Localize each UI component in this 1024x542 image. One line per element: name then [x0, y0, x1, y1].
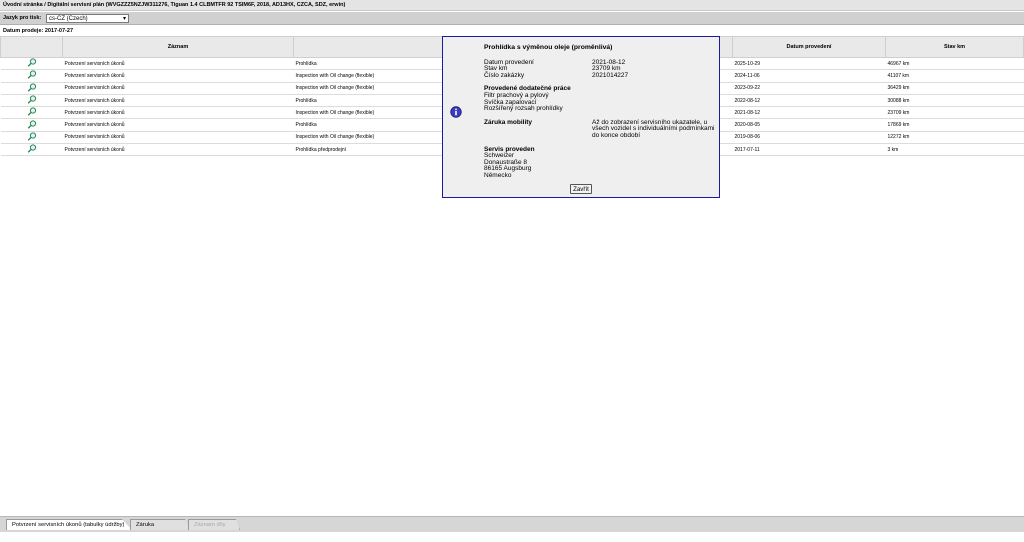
- cell-km: 3 km: [885, 143, 1024, 157]
- tab-service-confirmations[interactable]: Potvrzení servisních úkonů (tabulky údrž…: [6, 519, 132, 530]
- row-magnifier-cell[interactable]: [0, 131, 63, 145]
- header-date[interactable]: Datum provedení: [732, 36, 886, 58]
- extra-work-item: Rozšířený rozsah prohlídky: [484, 105, 563, 113]
- cell-record: Potvrzení servisních úkonů: [62, 118, 294, 132]
- service-performed-title: Servis proveden: [484, 145, 535, 153]
- row-magnifier-cell[interactable]: [0, 57, 63, 71]
- row-magnifier-cell[interactable]: [0, 94, 63, 108]
- magnifier-icon[interactable]: [27, 107, 37, 117]
- cell-record: Potvrzení servisních úkonů: [62, 69, 294, 83]
- mobility-text: Až do zobrazení servisního ukazatele, u …: [592, 118, 715, 139]
- cell-km: 17869 km: [885, 118, 1024, 132]
- magnifier-icon[interactable]: [27, 58, 37, 67]
- row-magnifier-cell[interactable]: [0, 106, 63, 120]
- cell-date: 2022-08-12: [732, 94, 886, 108]
- magnifier-icon[interactable]: [27, 132, 37, 141]
- magnifier-icon[interactable]: [27, 95, 37, 104]
- row-magnifier-cell[interactable]: [0, 143, 63, 157]
- service-detail-dialog: Prohlídka s výměnou oleje (proměnlivá) D…: [442, 36, 720, 198]
- cell-record: Potvrzení servisních úkonů: [62, 82, 294, 95]
- header-icon-col: [0, 36, 63, 58]
- magnifier-icon[interactable]: [27, 70, 37, 80]
- header-record[interactable]: Záznam: [62, 36, 294, 58]
- cell-date: 2020-08-05: [732, 118, 886, 132]
- language-select[interactable]: cs-CZ (Czech) ▾: [46, 14, 129, 23]
- cell-record: Potvrzení servisních úkonů: [62, 106, 294, 120]
- field-label: Číslo zakázky: [484, 71, 525, 79]
- cell-date: 2017-07-11: [732, 143, 886, 157]
- cell-record: Potvrzení servisních úkonů: [62, 94, 294, 108]
- bottom-tab-bar: Potvrzení servisních úkonů (tabulky údrž…: [0, 516, 1024, 532]
- cell-km: 46967 km: [885, 57, 1024, 71]
- field-value: 2021014227: [592, 71, 629, 79]
- field-row: Číslo zakázky 2021014227: [484, 71, 716, 80]
- cell-km: 36429 km: [885, 82, 1024, 95]
- mobility-row: Záruka mobility Až do zobrazení servisní…: [484, 118, 716, 140]
- cell-date: 2024-11-06: [732, 69, 886, 83]
- dialog-fields: Datum provedení 2021-08-12 Stav km 23709 k…: [484, 59, 716, 80]
- row-magnifier-cell[interactable]: [0, 69, 63, 83]
- cell-record: Potvrzení servisních úkonů: [62, 57, 294, 71]
- language-bar: Jazyk pro tisk: cs-CZ (Czech) ▾: [0, 12, 1024, 25]
- cell-date: 2025-10-29: [732, 57, 886, 71]
- cell-record: Potvrzení servisních úkonů: [62, 143, 294, 157]
- dialog-title: Prohlídka s výměnou oleje (proměnlivá): [484, 44, 613, 51]
- cell-km: 23709 km: [885, 106, 1024, 120]
- tab-warranty[interactable]: Záruka Prenestvim: [130, 519, 190, 530]
- window-title: Úvodní stránka / Digitální servisní plán…: [0, 0, 1024, 11]
- cell-record: Potvrzení servisních úkonů: [62, 131, 294, 145]
- sale-date: Datum prodeje: 2017-07-27: [3, 28, 73, 34]
- language-label: Jazyk pro tisk:: [3, 15, 42, 21]
- header-km[interactable]: Stav km: [885, 36, 1024, 58]
- chevron-down-icon[interactable]: ▾: [123, 15, 126, 23]
- cell-date: 2019-08-06: [732, 131, 886, 145]
- tab-parts-record[interactable]: Záznam díly: [188, 519, 240, 530]
- service-line: 86165 Augsburg: [484, 165, 532, 173]
- close-button[interactable]: Zavřít: [570, 184, 592, 194]
- cell-km: 12272 km: [885, 131, 1024, 145]
- language-selected-value: cs-CZ (Czech): [49, 16, 88, 22]
- magnifier-icon[interactable]: [27, 83, 37, 92]
- row-magnifier-cell[interactable]: [0, 118, 63, 132]
- cell-km: 41107 km: [885, 69, 1024, 83]
- magnifier-icon[interactable]: [27, 120, 37, 129]
- service-line: Německo: [484, 171, 512, 179]
- cell-km: 30088 km: [885, 94, 1024, 108]
- row-magnifier-cell[interactable]: [0, 82, 63, 95]
- info-icon: [450, 105, 462, 118]
- cell-date: 2023-09-22: [732, 82, 886, 95]
- magnifier-icon[interactable]: [27, 144, 37, 153]
- mobility-label: Záruka mobility: [484, 118, 533, 126]
- cell-date: 2021-08-12: [732, 106, 886, 120]
